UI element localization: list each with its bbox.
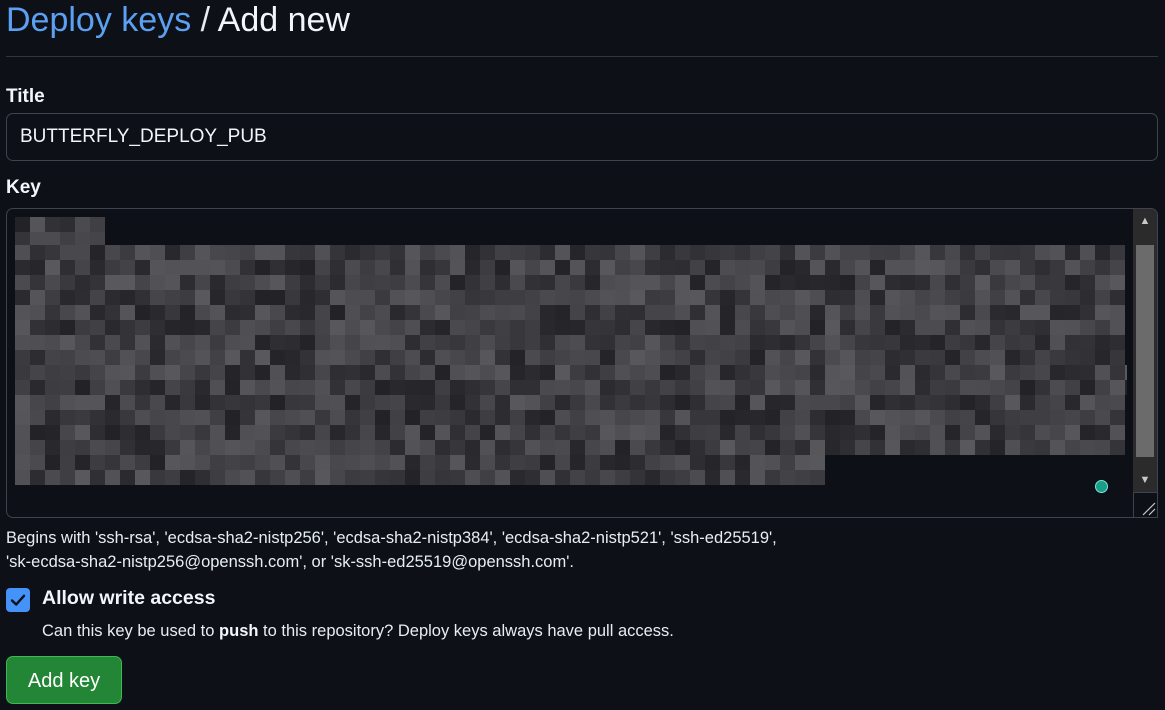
scroll-down-icon[interactable]: ▼ — [1133, 468, 1157, 492]
breadcrumb-deploy-keys-link[interactable]: Deploy keys — [6, 1, 191, 39]
allow-write-label[interactable]: Allow write access — [42, 587, 215, 610]
breadcrumb-current: Add new — [217, 1, 350, 39]
title-input[interactable] — [6, 113, 1158, 161]
add-deploy-key-page: Deploy keys / Add new Title Key ▲ ▼ Begi… — [0, 0, 1165, 710]
add-key-button[interactable]: Add key — [6, 656, 122, 704]
checkmark-icon — [10, 594, 26, 606]
scroll-up-icon[interactable]: ▲ — [1133, 209, 1157, 233]
redacted-key-content — [15, 217, 1127, 485]
key-format-hint-line2: 'sk-ecdsa-sha2-nistp256@openssh.com', or… — [6, 553, 574, 571]
allow-write-desc-bold: push — [219, 622, 259, 640]
page-title: Deploy keys / Add new — [6, 0, 350, 40]
scroll-thumb[interactable] — [1136, 245, 1154, 457]
allow-write-description: Can this key be used to push to this rep… — [42, 622, 674, 641]
breadcrumb-separator: / — [191, 1, 218, 39]
key-label: Key — [6, 177, 41, 198]
key-format-hint-line1: Begins with 'ssh-rsa', 'ecdsa-sha2-nistp… — [6, 529, 777, 547]
key-scrollbar[interactable]: ▲ ▼ — [1133, 209, 1157, 492]
allow-write-checkbox[interactable] — [6, 588, 30, 612]
allow-write-desc-after: to this repository? Deploy keys always h… — [258, 622, 674, 640]
allow-write-desc-before: Can this key be used to — [42, 622, 220, 640]
resize-grip-icon[interactable] — [1133, 492, 1157, 517]
title-label: Title — [6, 86, 45, 107]
key-textarea[interactable]: ▲ ▼ — [6, 208, 1158, 518]
key-format-hint: Begins with 'ssh-rsa', 'ecdsa-sha2-nistp… — [6, 526, 1146, 574]
status-dot-icon — [1095, 480, 1108, 493]
header-divider — [6, 56, 1158, 57]
